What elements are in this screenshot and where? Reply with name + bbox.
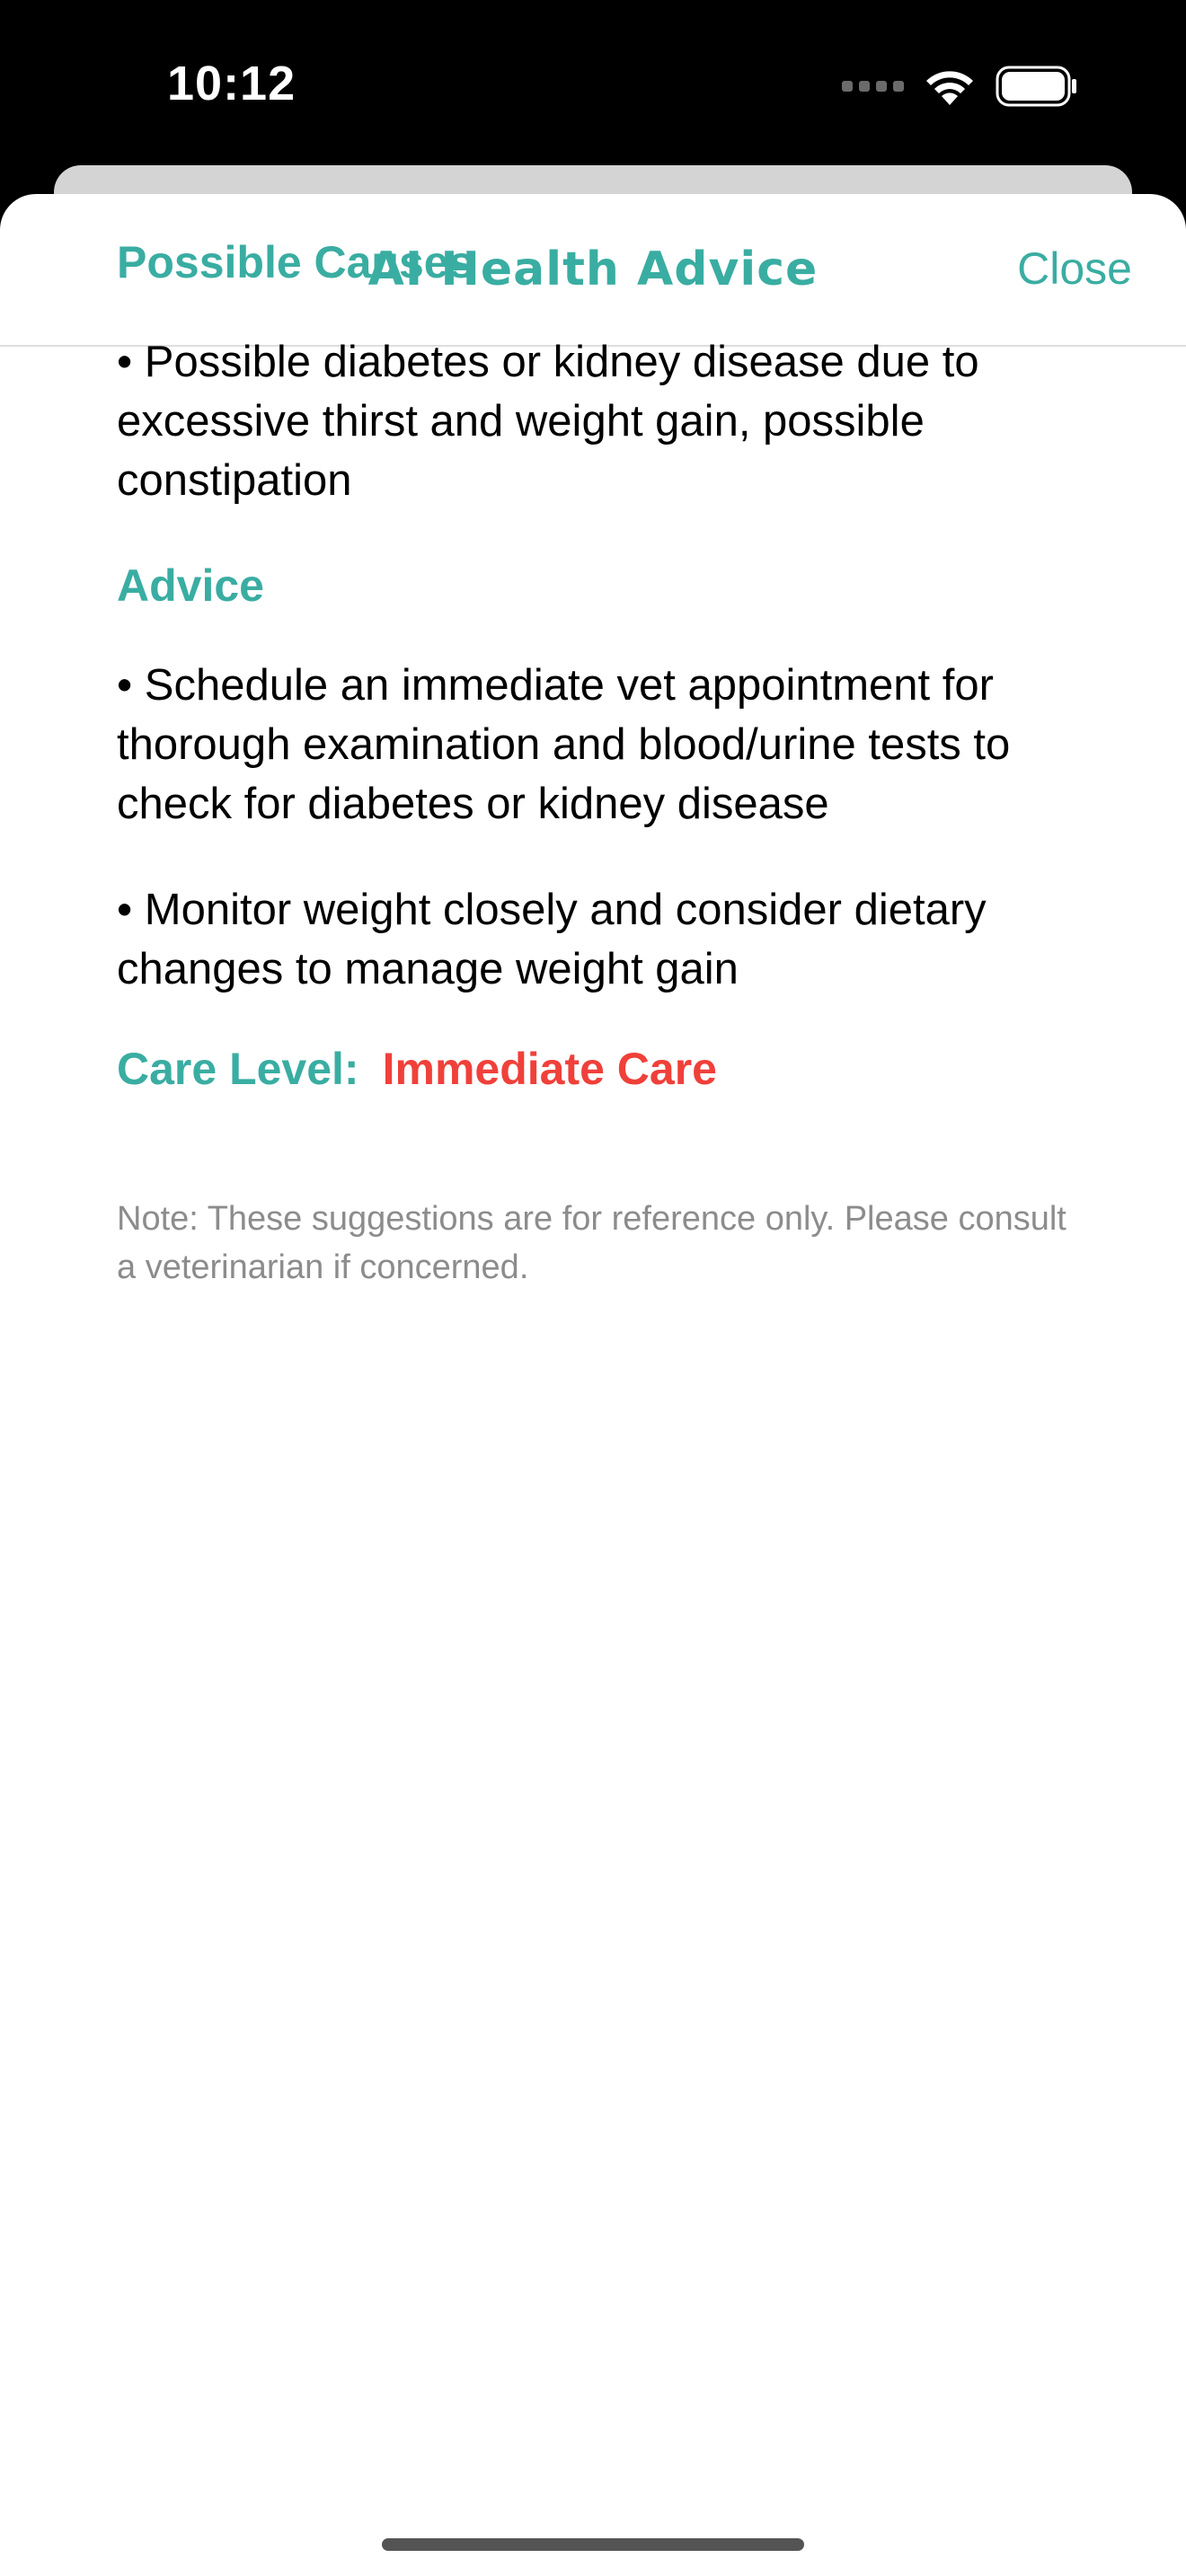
care-level-row: Care Level: Immediate Care (117, 1040, 1087, 1098)
advice-heading: Advice (117, 560, 264, 611)
status-bar: 10:12 (0, 0, 1186, 162)
cause-item: • Possible diabetes or kidney disease du… (117, 338, 979, 505)
battery-icon (996, 66, 1076, 107)
advice-content: Possible Causes • Possible diabetes or k… (117, 234, 1087, 1292)
care-level-value: Immediate Care (382, 1044, 717, 1094)
status-icons (842, 63, 1078, 110)
signal-dots-icon (842, 81, 904, 92)
disclaimer-note: Note: These suggestions are for referenc… (117, 1200, 1067, 1286)
care-level-label: Care Level: (117, 1044, 359, 1094)
possible-causes-heading: Possible Causes (117, 237, 474, 287)
status-time: 10:12 (167, 57, 296, 110)
advice-item: • Schedule an immediate vet appointment … (117, 661, 1011, 828)
advice-item: • Monitor weight closely and consider di… (117, 886, 987, 993)
wifi-icon (926, 71, 973, 105)
home-indicator[interactable] (382, 2538, 804, 2551)
